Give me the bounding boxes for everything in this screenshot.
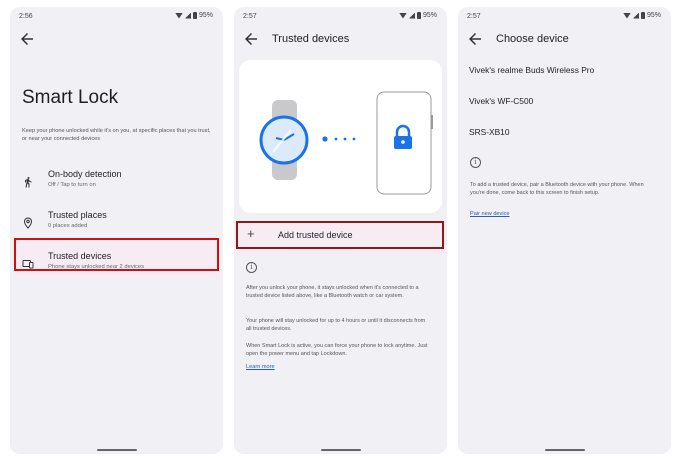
trusted-device-illustration: [239, 60, 442, 213]
wifi-icon: [398, 12, 407, 19]
choose-device-screen: 2:57 95% Choose device Vivek's realme Bu…: [458, 7, 671, 454]
battery-icon: [640, 12, 645, 19]
watch-phone-illustration: [259, 91, 433, 195]
item-label: Trusted places: [48, 210, 107, 220]
trusted-devices-screen: 2:57 95% Trusted devices + Add trusted d…: [234, 7, 447, 454]
page-title: Choose device: [496, 33, 569, 45]
item-label: On-body detection: [48, 169, 122, 179]
device-list-item[interactable]: Vivek's WF-C500: [469, 96, 533, 106]
status-time: 2:57: [467, 13, 481, 20]
learn-more-link[interactable]: Learn more: [246, 364, 275, 370]
gesture-nav-handle[interactable]: [320, 449, 361, 451]
gesture-nav-handle[interactable]: [96, 449, 137, 451]
on-body-detection-item[interactable]: On-body detection Off / Tap to turn on: [10, 169, 223, 203]
status-bar: 2:57 95%: [458, 7, 671, 25]
add-trusted-device-button[interactable]: + Add trusted device: [236, 221, 444, 249]
item-summary: Off / Tap to turn on: [48, 182, 96, 188]
pair-new-device-link[interactable]: Pair new device: [470, 211, 510, 217]
back-arrow-icon[interactable]: [466, 30, 484, 48]
page-description: Keep your phone unlocked while it's on y…: [22, 128, 211, 142]
highlight-box: [14, 238, 219, 271]
add-trusted-device-label: Add trusted device: [278, 230, 353, 240]
info-icon: i: [246, 262, 257, 273]
battery-icon: [416, 12, 421, 19]
info-paragraph: To add a trusted device, pair a Bluetoot…: [470, 182, 644, 196]
status-time: 2:57: [243, 13, 257, 20]
battery-percent: 95%: [198, 12, 213, 19]
walk-icon: [22, 175, 34, 188]
signal-icon: [408, 12, 415, 19]
wifi-icon: [174, 12, 183, 19]
smart-lock-screen: 2:56 95% Smart Lock Keep your phone unlo…: [10, 7, 223, 454]
info-icon: i: [470, 157, 481, 168]
item-summary: 0 places added: [48, 223, 88, 229]
info-paragraph: After you unlock your phone, it stays un…: [246, 285, 419, 299]
page-title: Smart Lock: [22, 87, 119, 108]
wifi-icon: [622, 12, 631, 19]
device-list-item[interactable]: Vivek's realme Buds Wireless Pro: [469, 65, 594, 75]
signal-icon: [184, 12, 191, 19]
info-paragraph: Your phone will stay unlocked for up to …: [246, 318, 426, 332]
battery-percent: 95%: [422, 12, 437, 19]
status-bar: 2:56 95%: [10, 7, 223, 25]
location-pin-icon: [22, 216, 34, 229]
gesture-nav-handle[interactable]: [544, 449, 585, 451]
plus-icon: +: [247, 226, 255, 241]
back-arrow-icon[interactable]: [18, 30, 36, 48]
status-bar: 2:57 95%: [234, 7, 447, 25]
device-list-item[interactable]: SRS-XB10: [469, 127, 510, 137]
back-arrow-icon[interactable]: [242, 30, 260, 48]
info-paragraph: When Smart Lock is active, you can force…: [246, 343, 428, 357]
signal-icon: [632, 12, 639, 19]
page-title: Trusted devices: [272, 33, 350, 45]
battery-percent: 95%: [646, 12, 661, 19]
battery-icon: [192, 12, 197, 19]
status-time: 2:56: [19, 13, 33, 20]
